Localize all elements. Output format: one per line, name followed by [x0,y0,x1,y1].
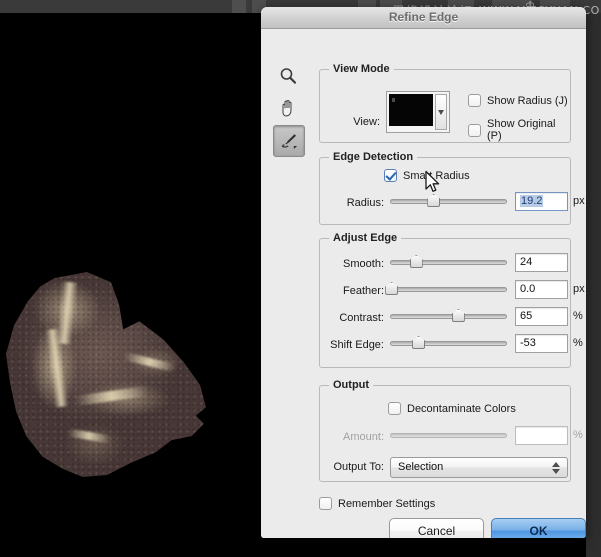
show-original-checkbox-row[interactable]: Show Original (P) [468,118,570,142]
ok-button-label: OK [530,524,548,538]
show-radius-checkbox-row[interactable]: Show Radius (J) [468,94,568,107]
shift-edge-slider-track[interactable] [390,341,507,346]
adjust-edge-group: Adjust Edge Smooth: 24 Feather: 0.0 px C… [319,238,571,368]
show-original-label: Show Original (P) [487,118,570,142]
radius-label: Radius: [330,197,384,209]
amount-label: Amount: [328,431,384,443]
smart-radius-label: Smart Radius [403,170,470,182]
shift-edge-label: Shift Edge: [319,339,384,351]
remember-settings-checkbox[interactable] [319,497,332,510]
output-legend: Output [329,379,373,391]
refine-edge-dialog: Refine Edge [261,7,586,538]
show-radius-checkbox[interactable] [468,94,481,107]
smooth-slider-thumb[interactable] [410,255,423,268]
radius-unit: px [573,195,585,207]
contrast-slider-thumb[interactable] [452,309,465,322]
dialog-tool-strip [273,61,309,159]
show-original-checkbox[interactable] [468,124,481,137]
output-to-value: Selection [398,461,443,473]
ok-button[interactable]: OK [491,518,586,538]
shift-edge-value: -53 [520,337,536,349]
edge-detection-legend: Edge Detection [329,151,417,163]
smooth-label: Smooth: [328,258,384,270]
amount-slider-track [390,433,507,438]
rock-specimen-image [6,272,208,477]
decontaminate-colors-label: Decontaminate Colors [407,403,516,415]
smooth-input[interactable]: 24 [515,253,568,272]
amount-unit: % [573,429,583,441]
refine-radius-tool[interactable] [273,125,305,157]
shift-edge-slider-thumb[interactable] [412,336,425,349]
smart-radius-checkbox[interactable] [384,169,397,182]
feather-value: 0.0 [520,283,535,295]
hand-icon [279,99,297,118]
feather-slider-track[interactable] [390,287,507,292]
feather-unit: px [573,283,585,295]
feather-slider[interactable] [390,282,507,296]
radius-slider-track[interactable] [390,199,507,204]
stepper-arrows-icon [552,461,560,475]
hand-tool[interactable] [273,93,303,123]
dialog-body: View Mode View: Show Radius (J) Show Ori… [261,29,586,538]
remember-settings-label: Remember Settings [338,498,435,510]
view-thumbnail-swatch[interactable] [386,91,450,133]
cancel-button-label: Cancel [418,524,455,538]
dialog-title: Refine Edge [261,10,586,24]
right-panel-dark-area [586,13,601,557]
smooth-slider[interactable] [390,255,507,269]
output-to-select[interactable]: Selection [390,457,568,478]
feather-slider-thumb[interactable] [385,282,398,295]
shift-edge-unit: % [573,337,583,349]
contrast-label: Contrast: [328,312,384,324]
magnifier-icon [279,67,297,85]
radius-input[interactable]: 19.2 [515,192,568,211]
contrast-slider-track[interactable] [390,314,507,319]
show-radius-label: Show Radius (J) [487,95,568,107]
decontaminate-colors-checkbox-row[interactable]: Decontaminate Colors [388,402,516,415]
dialog-titlebar[interactable]: Refine Edge [261,7,586,29]
feather-label: Feather: [328,285,384,297]
refine-brush-icon [279,131,299,151]
contrast-input[interactable]: 65 [515,307,568,326]
radius-slider-thumb[interactable] [427,194,440,207]
smooth-value: 24 [520,256,532,268]
edge-detection-group: Edge Detection Smart Radius Radius: 19.2… [319,157,571,225]
contrast-value: 65 [520,310,532,322]
output-to-label: Output To: [318,461,384,473]
amount-input [515,426,568,445]
view-mode-group: View Mode View: Show Radius (J) Show Ori… [319,69,571,143]
view-preview-thumbnail [389,94,433,126]
amount-slider [390,428,507,442]
contrast-unit: % [573,310,583,322]
feather-input[interactable]: 0.0 [515,280,568,299]
zoom-tool[interactable] [273,61,303,91]
cancel-button[interactable]: Cancel [389,518,484,538]
smooth-slider-track[interactable] [390,260,507,265]
remember-settings-checkbox-row[interactable]: Remember Settings [319,497,435,510]
adjust-edge-legend: Adjust Edge [329,232,401,244]
view-label: View: [330,116,380,128]
decontaminate-colors-checkbox[interactable] [388,402,401,415]
radius-value: 19.2 [520,195,543,207]
contrast-slider[interactable] [390,309,507,323]
radius-slider[interactable] [390,194,507,208]
shift-edge-slider[interactable] [390,336,507,350]
smart-radius-checkbox-row[interactable]: Smart Radius [384,169,470,182]
output-group: Output Decontaminate Colors Amount: % Ou… [319,385,571,482]
view-mode-legend: View Mode [329,63,394,75]
shift-edge-input[interactable]: -53 [515,334,568,353]
chevron-down-icon[interactable] [435,94,447,130]
